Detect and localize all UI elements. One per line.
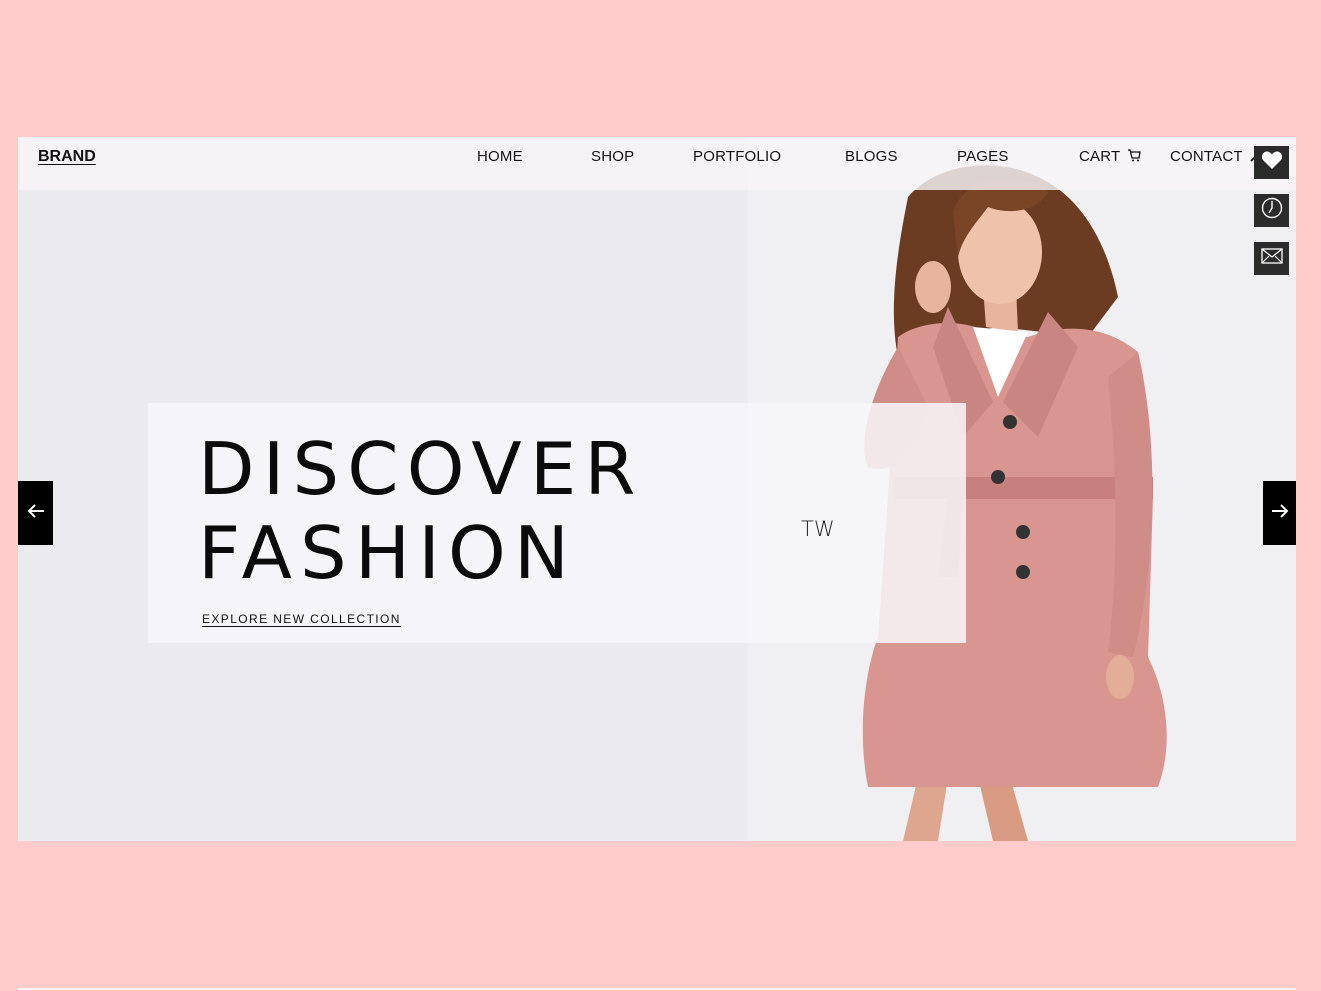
clock-icon [1261,197,1283,224]
nav-portfolio[interactable]: PORTFOLIO [693,148,781,165]
watermark-text: TW [801,517,835,541]
explore-collection-link[interactable]: EXPLORE NEW COLLECTION [202,612,401,626]
mail-button[interactable] [1254,242,1289,275]
next-slide-button[interactable] [1263,481,1296,545]
nav-home[interactable]: HOME [477,148,523,165]
nav-shop[interactable]: SHOP [591,148,634,165]
mail-icon [1260,248,1283,269]
hero-title-line1: DISCOVER [198,427,644,511]
heart-icon [1261,150,1283,175]
brand-logo[interactable]: BRAND [38,148,96,166]
hero-title-line2: FASHION [198,511,578,595]
prev-slide-button[interactable] [18,481,53,545]
nav-contact-label: CONTACT [1170,148,1243,165]
nav-cart[interactable]: CART [1079,148,1142,166]
hero-slider: BRAND HOME SHOP PORTFOLIO BLOGS PAGES CA… [18,137,1296,841]
cart-icon [1127,148,1142,166]
wishlist-button[interactable] [1254,146,1289,179]
nav-blogs[interactable]: BLOGS [845,148,898,165]
top-navbar: BRAND HOME SHOP PORTFOLIO BLOGS PAGES CA… [18,137,1296,190]
nav-cart-label: CART [1079,148,1121,165]
nav-pages[interactable]: PAGES [957,148,1009,165]
footer-divider [18,988,1296,990]
history-button[interactable] [1254,194,1289,227]
nav-contact[interactable]: CONTACT [1170,148,1264,166]
hero-text-card: DISCOVER FASHION EXPLORE NEW COLLECTION [148,403,966,643]
arrow-right-icon [1271,503,1289,523]
arrow-left-icon [27,503,45,523]
